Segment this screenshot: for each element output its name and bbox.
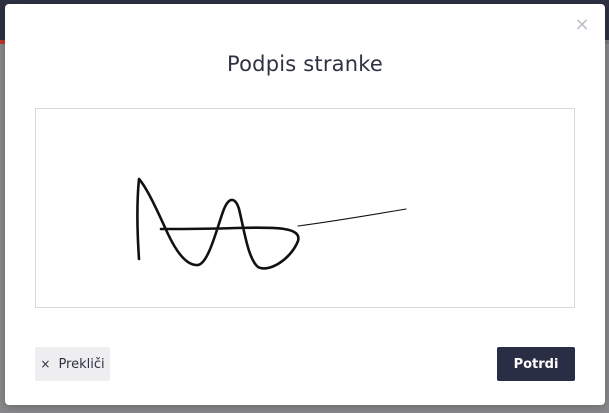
close-icon[interactable]: × bbox=[573, 16, 591, 34]
signature-dialog: × Podpis stranke × Prekliči Potrdi bbox=[5, 4, 605, 405]
cancel-button-label: Prekliči bbox=[58, 356, 105, 372]
cancel-button[interactable]: × Prekliči bbox=[35, 347, 110, 381]
signature-stroke bbox=[136, 177, 407, 270]
dialog-title: Podpis stranke bbox=[227, 52, 383, 76]
confirm-button[interactable]: Potrdi bbox=[497, 347, 575, 381]
confirm-button-label: Potrdi bbox=[513, 356, 559, 372]
signature-pad[interactable] bbox=[35, 108, 575, 308]
close-icon: × bbox=[40, 357, 51, 371]
